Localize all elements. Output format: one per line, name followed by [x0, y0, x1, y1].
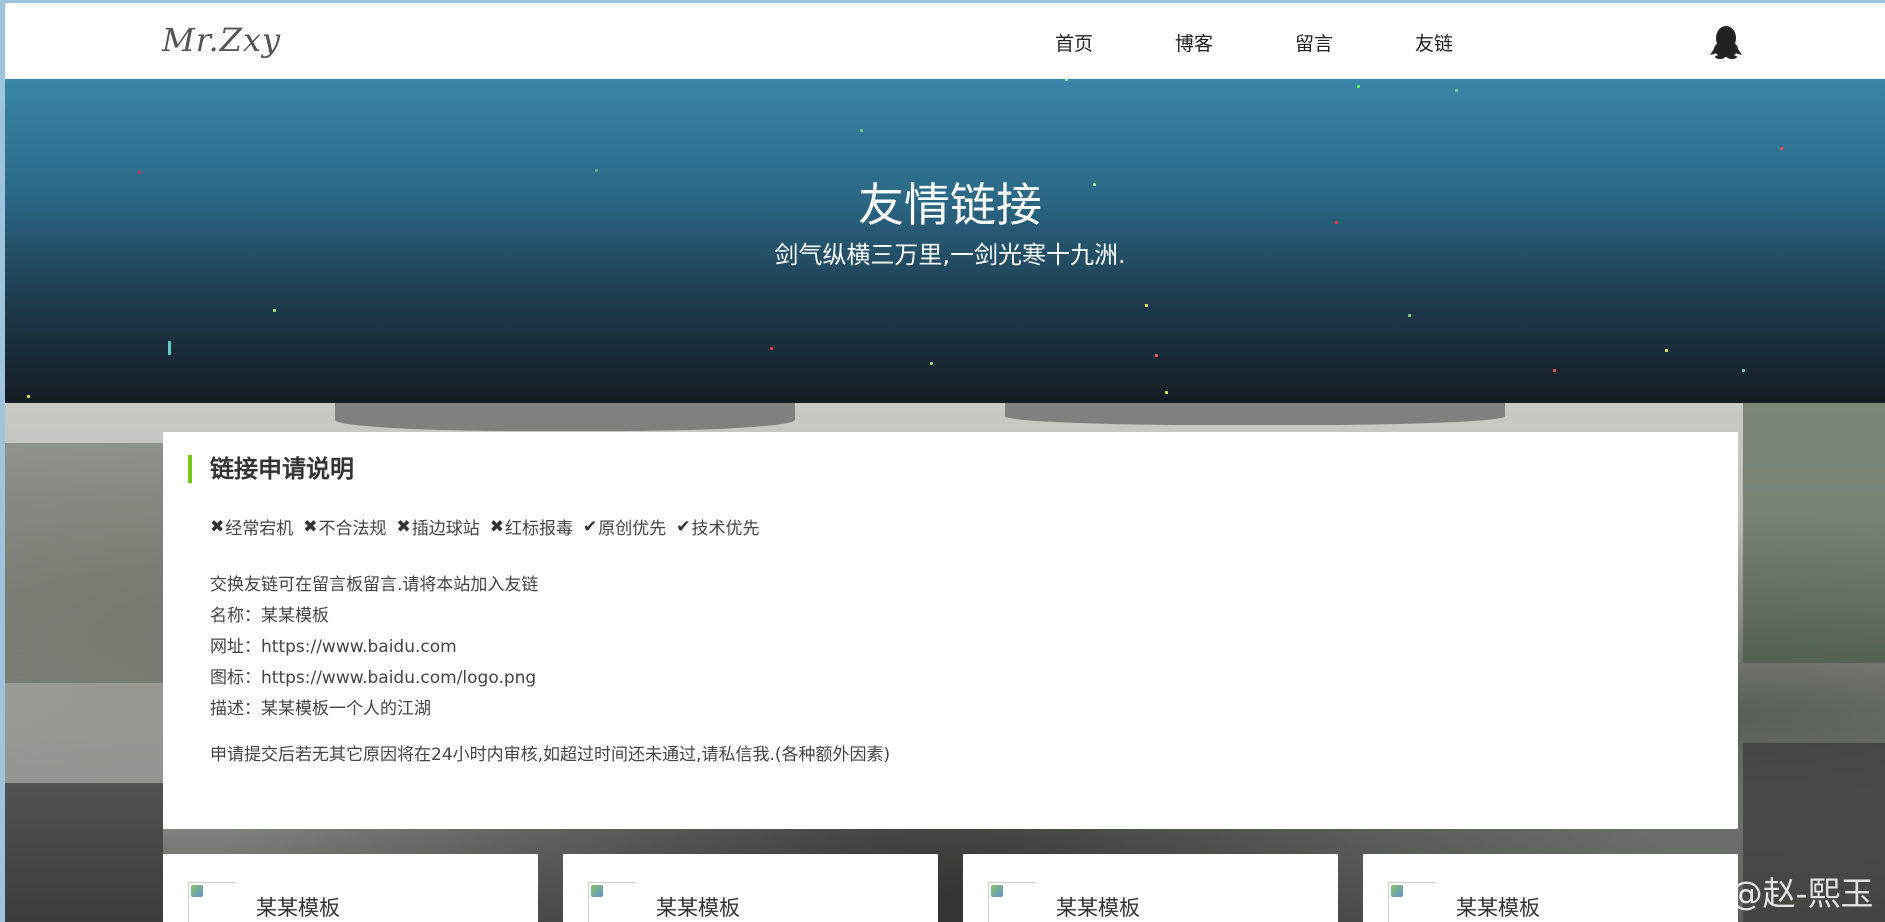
confetti-dot: [930, 362, 933, 365]
qq-penguin-icon[interactable]: [1710, 25, 1742, 59]
friend-link-card[interactable]: 某某模板: [963, 854, 1338, 922]
confetti-dot: [1742, 369, 1745, 372]
scenery-wall: [5, 783, 163, 922]
cross-icon: ✖: [489, 516, 504, 537]
rule-item: ✔ 技术优先: [676, 514, 760, 540]
rule-label: 经常宕机: [225, 519, 294, 539]
card-title: 链接申请说明: [188, 455, 354, 483]
friend-link-name[interactable]: 某某模板: [1056, 892, 1140, 922]
rules-list: ✖ 经常宕机 ✖ 不合法规 ✖ 插边球站 ✖ 红标报毒 ✔ 原创优先 ✔ 技术优先: [210, 514, 770, 540]
nav-item-friend-links[interactable]: 友链: [1415, 29, 1535, 56]
confetti-dot: [1145, 304, 1148, 307]
link-application-card: 链接申请说明 ✖ 经常宕机 ✖ 不合法规 ✖ 插边球站 ✖ 红标报毒 ✔ 原创优先 ✔ 技术…: [163, 432, 1738, 829]
rule-label: 插边球站: [411, 519, 480, 539]
check-icon: ✔: [676, 516, 691, 537]
broken-image-icon: [188, 882, 235, 922]
confetti-dot: [273, 309, 276, 312]
csdn-watermark: CSDN @赵-熙玉: [1625, 874, 1874, 913]
rule-item: ✖ 插边球站: [396, 514, 480, 540]
confetti-dot: [1165, 391, 1168, 394]
friend-link-name[interactable]: 某某模板: [256, 892, 340, 922]
scenery-tree: [5, 443, 163, 683]
info-intro: 交换友链可在留言板留言.请将本站加入友链: [210, 575, 539, 595]
cross-icon: ✖: [303, 516, 318, 537]
rule-item: ✖ 红标报毒: [489, 514, 573, 540]
nav-item-home[interactable]: 首页: [1055, 29, 1175, 56]
broken-image-icon: [588, 882, 635, 922]
friend-link-card[interactable]: 某某模板: [563, 854, 938, 922]
site-info-block: 交换友链可在留言板留言.请将本站加入友链 名称：某某模板 网址：https://…: [210, 570, 538, 725]
confetti-dot: [770, 347, 773, 350]
confetti-dot: [1357, 85, 1360, 88]
confetti-dot: [1455, 89, 1458, 92]
nav-item-guestbook[interactable]: 留言: [1295, 29, 1415, 56]
cross-icon: ✖: [396, 516, 411, 537]
hero-title: 友情链接: [858, 178, 1042, 232]
main-nav: 首页 博客 留言 友链: [1055, 29, 1535, 56]
confetti-dot: [27, 395, 30, 398]
scenery-roof: [1005, 403, 1505, 425]
confetti-dot: [860, 129, 863, 132]
confetti-dot: [1780, 147, 1783, 150]
rule-item: ✖ 不合法规: [303, 514, 387, 540]
site-logo[interactable]: Mr.Zxy: [162, 21, 281, 59]
info-name: 名称：某某模板: [210, 606, 329, 626]
info-url: 网址：https://www.baidu.com: [210, 637, 457, 657]
hero-banner: 友情链接 剑气纵横三万里,一剑光寒十九洲.: [5, 79, 1885, 403]
confetti-dot: [1665, 349, 1668, 352]
rule-label: 技术优先: [691, 519, 760, 539]
hero-subtitle: 剑气纵横三万里,一剑光寒十九洲.: [774, 241, 1126, 269]
info-icon-url: 图标：https://www.baidu.com/logo.png: [210, 668, 537, 688]
rule-item: ✖ 经常宕机: [210, 514, 294, 540]
site-header: Mr.Zxy 首页 博客 留言 友链: [5, 3, 1885, 79]
friend-link-name[interactable]: 某某模板: [656, 892, 740, 922]
friend-link-name[interactable]: 某某模板: [1456, 892, 1540, 922]
broken-image-icon: [1388, 882, 1435, 922]
info-description: 描述：某某模板一个人的江湖: [210, 699, 431, 719]
confetti-dot: [1065, 79, 1068, 81]
rule-label: 不合法规: [318, 519, 387, 539]
review-note: 申请提交后若无其它原因将在24小时内审核,如超过时间还未通过,请私信我.(各种额…: [210, 745, 891, 765]
scenery-roof: [335, 403, 795, 431]
confetti-dot: [1408, 314, 1411, 317]
rule-label: 原创优先: [598, 519, 667, 539]
friend-link-card[interactable]: 某某模板: [163, 854, 538, 922]
scenery-tree: [1743, 403, 1885, 663]
nav-item-blog[interactable]: 博客: [1175, 29, 1295, 56]
confetti-dot: [1155, 354, 1158, 357]
check-icon: ✔: [583, 516, 598, 537]
broken-image-icon: [988, 882, 1035, 922]
cross-icon: ✖: [210, 516, 225, 537]
rule-item: ✔ 原创优先: [583, 514, 667, 540]
confetti-dot: [168, 341, 171, 355]
rule-label: 红标报毒: [505, 519, 573, 539]
page: Mr.Zxy 首页 博客 留言 友链 友情链接 剑气纵横三万里,一剑光寒十九洲.…: [0, 0, 1885, 922]
confetti-dot: [1553, 369, 1556, 372]
